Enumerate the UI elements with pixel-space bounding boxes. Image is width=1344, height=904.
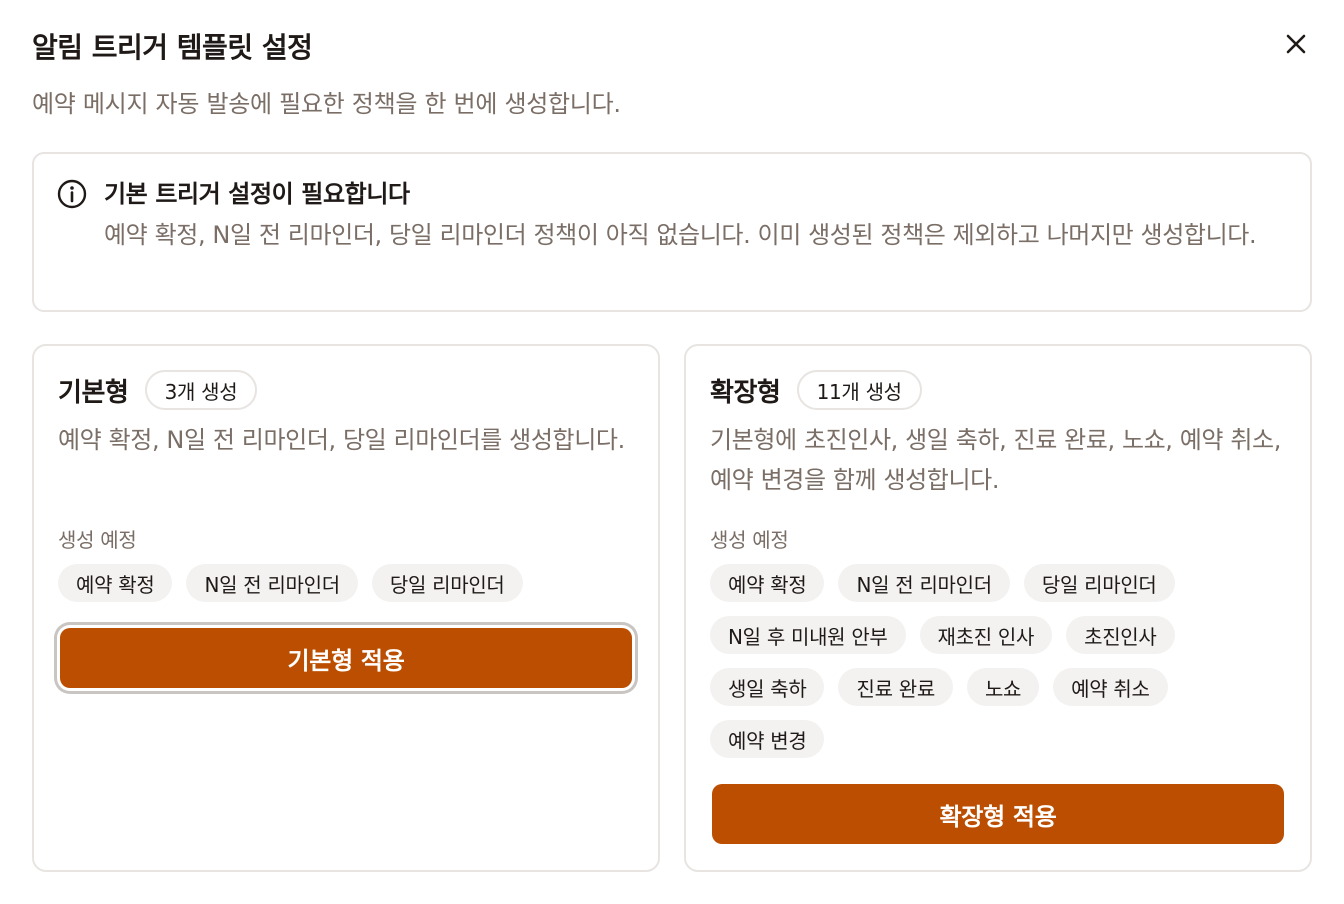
trigger-template-dialog: 알림 트리거 템플릿 설정 예약 메시지 자동 발송에 필요한 정책을 한 번에…	[0, 0, 1344, 904]
chip: 재초진 인사	[919, 616, 1053, 654]
extended-chip-list: 예약 확정 N일 전 리마인더 당일 리마인더 N일 후 미내원 안부 재초진 …	[710, 564, 1290, 758]
info-icon	[57, 179, 87, 209]
basic-card-description: 예약 확정, N일 전 리마인더, 당일 리마인더를 생성합니다.	[58, 426, 625, 454]
basic-card-header: 기본형 3개 생성	[58, 370, 258, 410]
alert-description: 예약 확정, N일 전 리마인더, 당일 리마인더 정책이 아직 없습니다. 이…	[104, 221, 1257, 249]
extended-template-card: 확장형 11개 생성 기본형에 초진인사, 생일 축하, 진료 완료, 노쇼, …	[684, 344, 1312, 872]
extended-count-badge: 11개 생성	[796, 370, 922, 410]
dialog-title: 알림 트리거 템플릿 설정	[32, 31, 313, 64]
basic-count-badge: 3개 생성	[144, 370, 258, 410]
apply-basic-button[interactable]: 기본형 적용	[60, 628, 632, 688]
chip: N일 후 미내원 안부	[710, 616, 906, 654]
chip: 당일 리마인더	[371, 564, 523, 602]
close-button[interactable]	[1278, 26, 1314, 62]
chip: 예약 변경	[710, 720, 825, 758]
extended-section-label: 생성 예정	[710, 528, 789, 552]
extended-card-description: 기본형에 초진인사, 생일 축하, 진료 완료, 노쇼, 예약 취소, 예약 변…	[710, 426, 1281, 494]
chip: 예약 확정	[710, 564, 825, 602]
extended-card-header: 확장형 11개 생성	[710, 370, 922, 410]
chip: N일 전 리마인더	[186, 564, 358, 602]
basic-card-name: 기본형	[58, 377, 129, 408]
chip: N일 전 리마인더	[838, 564, 1010, 602]
basic-template-card: 기본형 3개 생성 예약 확정, N일 전 리마인더, 당일 리마인더를 생성합…	[32, 344, 660, 872]
basic-section-label: 생성 예정	[58, 528, 137, 552]
chip: 진료 완료	[838, 668, 953, 706]
extended-card-name: 확장형	[710, 377, 781, 408]
dialog-subtitle: 예약 메시지 자동 발송에 필요한 정책을 한 번에 생성합니다.	[32, 90, 621, 118]
chip: 예약 취소	[1053, 668, 1168, 706]
basic-chip-list: 예약 확정 N일 전 리마인더 당일 리마인더	[58, 564, 638, 602]
chip: 예약 확정	[58, 564, 173, 602]
chip: 생일 축하	[710, 668, 825, 706]
chip: 초진인사	[1066, 616, 1175, 654]
chip: 당일 리마인더	[1023, 564, 1175, 602]
info-alert: 기본 트리거 설정이 필요합니다 예약 확정, N일 전 리마인더, 당일 리마…	[32, 152, 1312, 312]
apply-extended-button[interactable]: 확장형 적용	[712, 784, 1284, 844]
chip: 노쇼	[966, 668, 1040, 706]
alert-title: 기본 트리거 설정이 필요합니다	[104, 180, 410, 208]
close-icon	[1286, 34, 1306, 54]
